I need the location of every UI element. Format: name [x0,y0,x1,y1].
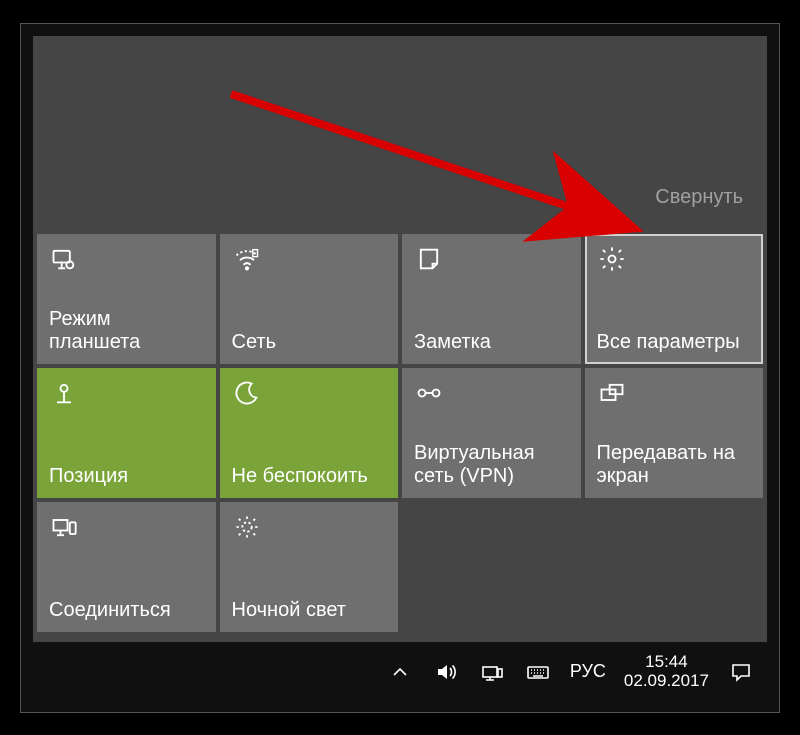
gear-icon [597,244,627,274]
network-tray-icon[interactable] [478,658,506,686]
moon-icon [232,378,262,408]
keyboard-icon[interactable] [524,658,552,686]
taskbar: РУС 15:44 02.09.2017 [33,644,767,700]
tile-tablet-mode[interactable]: Режим планшета [37,234,216,364]
tile-label: Заметка [414,331,569,354]
system-clock[interactable]: 15:44 02.09.2017 [624,653,709,690]
quick-actions-grid: Режим планшета Сеть Заметка [33,234,767,632]
location-icon [49,378,79,408]
tile-label: Позиция [49,465,204,488]
tile-night-light[interactable]: Ночной свет [220,502,399,632]
tile-label: Передавать на экран [597,442,752,488]
clock-time: 15:44 [624,653,709,672]
tile-label: Не беспокоить [232,465,387,488]
tile-label: Сеть [232,331,387,354]
nightlight-icon [232,512,262,542]
tile-connect[interactable]: Соединиться [37,502,216,632]
tile-project[interactable]: Передавать на экран [585,368,764,498]
tile-all-settings[interactable]: Все параметры [585,234,764,364]
volume-icon[interactable] [432,658,460,686]
tile-label: Виртуальная сеть (VPN) [414,442,569,488]
wifi-icon [232,244,262,274]
tray-overflow-icon[interactable] [386,658,414,686]
screenshot-frame: Свернуть Режим планшета Сеть [20,23,780,713]
connect-icon [49,512,79,542]
note-icon [414,244,444,274]
tile-label: Соединиться [49,599,204,622]
tablet-mode-icon [49,244,79,274]
tile-note[interactable]: Заметка [402,234,581,364]
tile-vpn[interactable]: Виртуальная сеть (VPN) [402,368,581,498]
tile-label: Режим планшета [49,308,204,354]
language-indicator[interactable]: РУС [570,661,606,682]
vpn-icon [414,378,444,408]
tile-label: Ночной свет [232,599,387,622]
tile-network[interactable]: Сеть [220,234,399,364]
tile-location[interactable]: Позиция [37,368,216,498]
clock-date: 02.09.2017 [624,672,709,691]
action-center-panel: Свернуть Режим планшета Сеть [33,36,767,642]
project-icon [597,378,627,408]
action-center-icon[interactable] [727,658,755,686]
tile-label: Все параметры [597,331,752,354]
collapse-link[interactable]: Свернуть [655,186,743,209]
tile-do-not-disturb[interactable]: Не беспокоить [220,368,399,498]
